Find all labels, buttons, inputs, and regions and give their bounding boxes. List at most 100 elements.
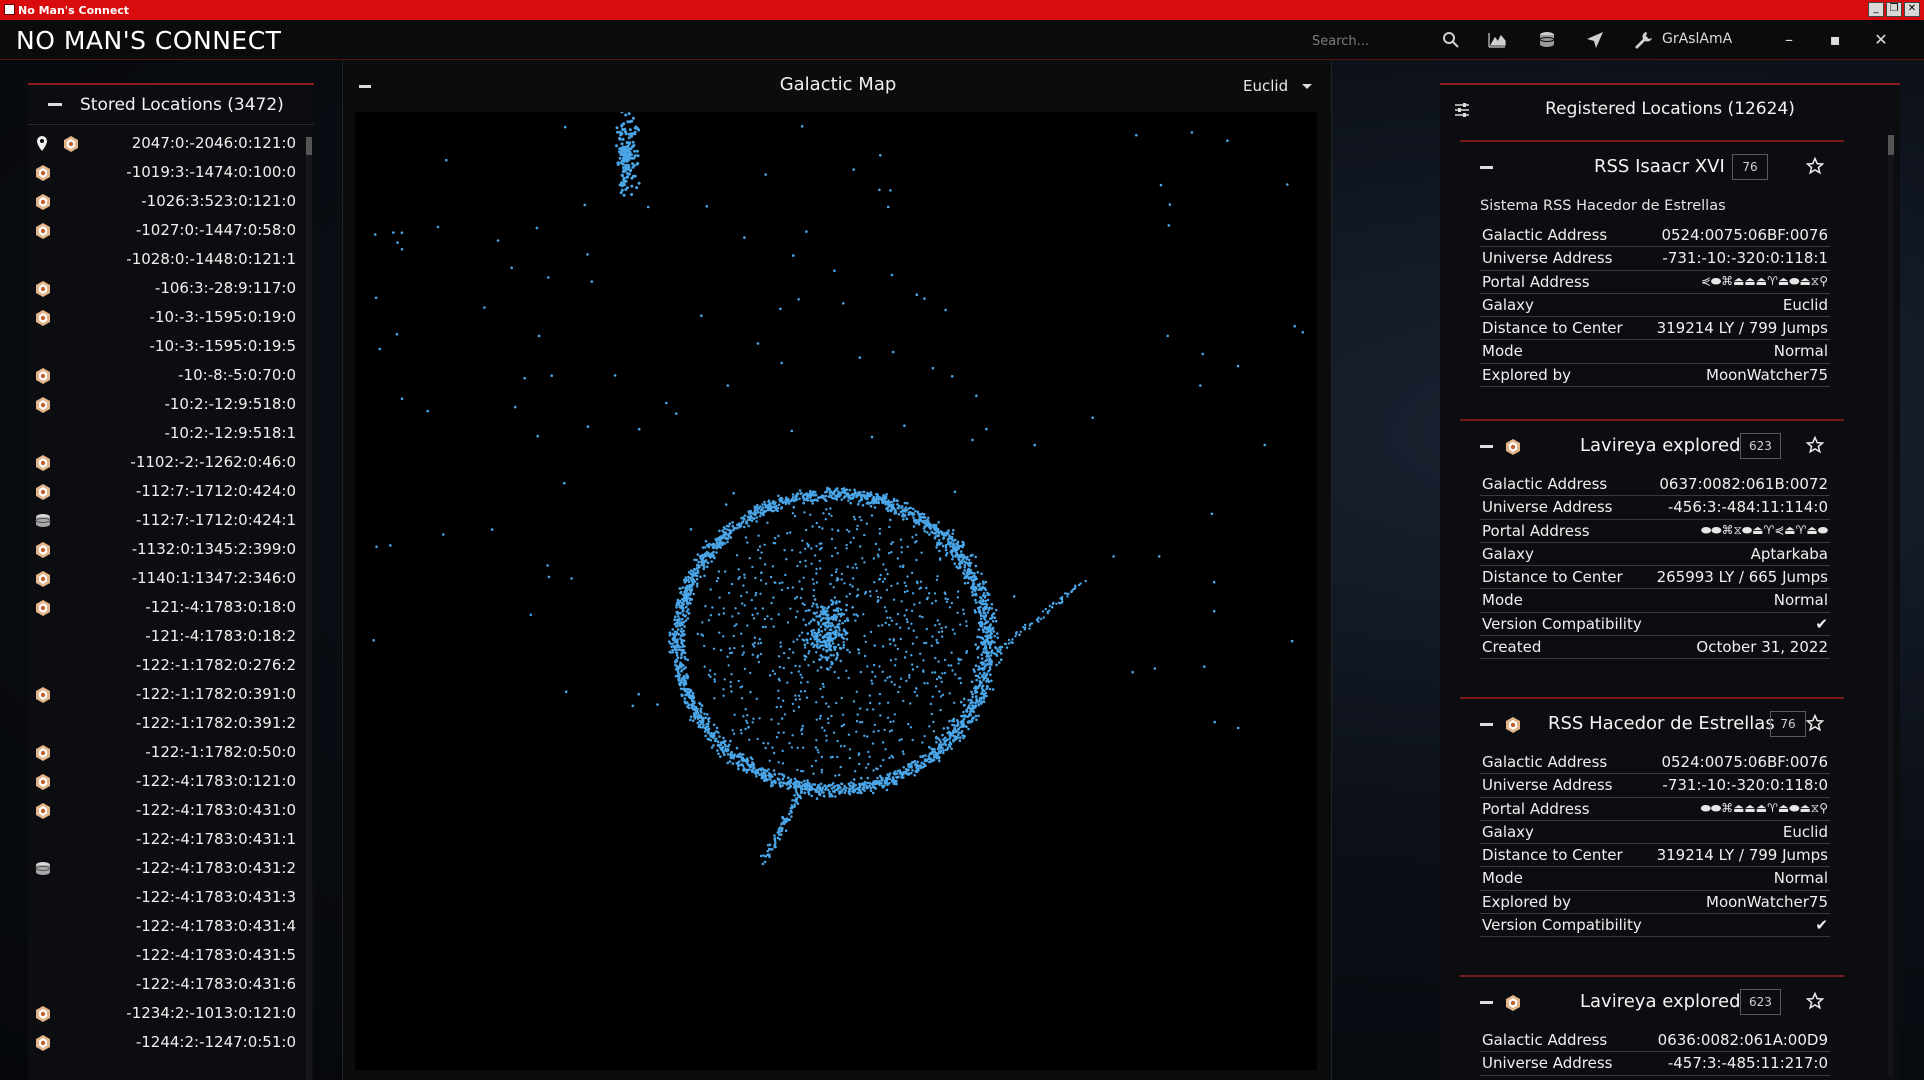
detail-row: Galactic Address 0524:0075:06BF:0076 bbox=[1480, 224, 1830, 248]
location-coordinates: -1102:-2:-1262:0:46:0 bbox=[130, 453, 296, 471]
stored-location-item[interactable]: -122:-1:1782:0:391:0 bbox=[28, 680, 306, 709]
minimize-icon[interactable]: – bbox=[1778, 29, 1800, 51]
stored-location-item[interactable]: -122:-1:1782:0:276:2 bbox=[28, 651, 306, 680]
scroll-thumb[interactable] bbox=[306, 137, 312, 155]
navigate-icon[interactable] bbox=[1584, 29, 1606, 51]
detail-row: Explored by MoonWatcher75 bbox=[1480, 891, 1830, 915]
stored-location-item[interactable]: -122:-4:1783:0:431:5 bbox=[28, 941, 306, 970]
stored-location-item[interactable]: -10:-8:-5:0:70:0 bbox=[28, 361, 306, 390]
stored-location-item[interactable]: -121:-4:1783:0:18:0 bbox=[28, 593, 306, 622]
star-icon[interactable] bbox=[1806, 992, 1824, 1010]
stored-location-item[interactable]: -121:-4:1783:0:18:2 bbox=[28, 622, 306, 651]
stored-location-item[interactable]: -1027:0:-1447:0:58:0 bbox=[28, 216, 306, 245]
stored-location-item[interactable]: -1132:0:1345:2:399:0 bbox=[28, 535, 306, 564]
collapse-icon[interactable] bbox=[1480, 445, 1493, 448]
location-coordinates: -122:-4:1783:0:431:6 bbox=[135, 975, 296, 993]
detail-value: 0524:0075:06BF:0076 bbox=[1661, 753, 1828, 771]
stored-location-item[interactable]: -122:-4:1783:0:431:3 bbox=[28, 883, 306, 912]
stored-location-item[interactable]: -1140:1:1347:2:346:0 bbox=[28, 564, 306, 593]
database-icon[interactable] bbox=[1536, 29, 1558, 51]
detail-value: Aptarkaba bbox=[1750, 544, 1828, 563]
card-header: RSS Isaacr XVI 76 bbox=[1460, 142, 1844, 194]
database-icon bbox=[34, 512, 51, 529]
detail-label: Portal Address bbox=[1482, 799, 1590, 818]
stored-location-item[interactable]: -1234:2:-1013:0:121:0 bbox=[28, 999, 306, 1028]
search-icon[interactable] bbox=[1440, 29, 1462, 51]
star-icon[interactable] bbox=[1806, 714, 1824, 732]
card-header: Lavireya explored 623 bbox=[1460, 977, 1844, 1029]
chevron-down-icon[interactable] bbox=[1302, 84, 1312, 89]
location-coordinates: -122:-1:1782:0:391:0 bbox=[135, 685, 296, 703]
portal-glyphs: ⬬⬬⌘⏏⏏⏏♈⏏⬬⏏⧖⚲ bbox=[1700, 800, 1828, 815]
detail-row: Mode Normal bbox=[1480, 589, 1830, 613]
collapse-icon[interactable] bbox=[1480, 723, 1493, 726]
detail-row: Distance to Center 319214 LY / 799 Jumps bbox=[1480, 317, 1830, 341]
stored-location-item[interactable]: -112:7:-1712:0:424:0 bbox=[28, 477, 306, 506]
location-coordinates: -1019:3:-1474:0:100:0 bbox=[126, 163, 296, 181]
stored-locations-panel: Stored Locations (3472) 2047:0:-2046:0:1… bbox=[28, 83, 314, 1080]
card-header: Lavireya explored 623 bbox=[1460, 421, 1844, 473]
map-pin-icon[interactable] bbox=[34, 135, 51, 152]
stored-location-item[interactable]: -122:-4:1783:0:121:0 bbox=[28, 767, 306, 796]
collapse-icon[interactable] bbox=[1480, 1001, 1493, 1004]
location-coordinates: -121:-4:1783:0:18:2 bbox=[145, 627, 296, 645]
database-icon bbox=[34, 860, 51, 877]
detail-value: Normal bbox=[1773, 869, 1828, 888]
os-restore-button[interactable]: ❐ bbox=[1886, 2, 1902, 17]
location-coordinates: 2047:0:-2046:0:121:0 bbox=[131, 134, 296, 152]
registered-list-scrollbar[interactable] bbox=[1888, 135, 1894, 1075]
collapse-icon[interactable] bbox=[1480, 166, 1493, 169]
star-icon[interactable] bbox=[1806, 436, 1824, 454]
detail-label: Portal Address bbox=[1482, 272, 1590, 291]
stored-location-item[interactable]: -1019:3:-1474:0:100:0 bbox=[28, 158, 306, 187]
stored-location-item[interactable]: -1244:2:-1247:0:51:0 bbox=[28, 1028, 306, 1057]
location-coordinates: -1244:2:-1247:0:51:0 bbox=[135, 1033, 296, 1051]
search-input[interactable] bbox=[1312, 29, 1450, 53]
close-icon[interactable]: ✕ bbox=[1870, 29, 1892, 51]
card-details: Sistema RSS Hacedor de Estrellas Galactic… bbox=[1480, 194, 1830, 388]
stored-location-item[interactable]: -122:-4:1783:0:431:2 bbox=[28, 854, 306, 883]
detail-value: 319214 LY / 799 Jumps bbox=[1656, 319, 1828, 338]
stored-location-item[interactable]: -10:2:-12:9:518:0 bbox=[28, 390, 306, 419]
base-icon bbox=[34, 773, 51, 790]
stored-location-item[interactable]: -122:-4:1783:0:431:0 bbox=[28, 796, 306, 825]
location-coordinates: -122:-4:1783:0:431:4 bbox=[135, 917, 296, 935]
stored-location-item[interactable]: -122:-4:1783:0:431:6 bbox=[28, 970, 306, 999]
scroll-thumb[interactable] bbox=[1888, 135, 1894, 155]
stored-location-item[interactable]: -122:-1:1782:0:50:0 bbox=[28, 738, 306, 767]
os-minimize-button[interactable]: _ bbox=[1868, 2, 1884, 17]
collapse-icon[interactable] bbox=[48, 103, 62, 106]
stored-location-item[interactable]: -112:7:-1712:0:424:1 bbox=[28, 506, 306, 535]
detail-label: Distance to Center bbox=[1482, 568, 1623, 587]
os-close-button[interactable]: ✕ bbox=[1904, 2, 1920, 17]
base-icon bbox=[34, 570, 51, 587]
card-title: RSS Hacedor de Estrellas bbox=[1548, 713, 1775, 734]
stored-location-item[interactable]: -10:-3:-1595:0:19:5 bbox=[28, 332, 306, 361]
galaxy-map-canvas[interactable] bbox=[355, 112, 1317, 1070]
detail-label: Explored by bbox=[1482, 892, 1571, 911]
detail-value: October 31, 2022 bbox=[1696, 638, 1828, 657]
stored-location-item[interactable]: -122:-1:1782:0:391:2 bbox=[28, 709, 306, 738]
detail-value: 265993 LY / 665 Jumps bbox=[1656, 568, 1828, 587]
maximize-icon[interactable]: ▪ bbox=[1824, 29, 1846, 51]
stored-location-item[interactable]: -1026:3:523:0:121:0 bbox=[28, 187, 306, 216]
detail-label: Portal Address bbox=[1482, 521, 1590, 540]
stored-location-item[interactable]: -10:2:-12:9:518:1 bbox=[28, 419, 306, 448]
detail-row: Distance to Center 265993 LY / 665 Jumps bbox=[1480, 566, 1830, 590]
user-name[interactable]: GrAslAmA bbox=[1662, 31, 1732, 47]
wrench-icon[interactable] bbox=[1632, 29, 1654, 51]
stored-locations-list: 2047:0:-2046:0:121:0 -1019:3:-1474:0:100:… bbox=[28, 129, 306, 1057]
stored-location-item[interactable]: -1028:0:-1448:0:121:1 bbox=[28, 245, 306, 274]
location-coordinates: -106:3:-28:9:117:0 bbox=[154, 279, 296, 297]
star-icon[interactable] bbox=[1806, 157, 1824, 175]
stored-location-item[interactable]: -122:-4:1783:0:431:1 bbox=[28, 825, 306, 854]
location-coordinates: -122:-4:1783:0:431:0 bbox=[135, 801, 296, 819]
galaxy-select[interactable]: Euclid bbox=[1243, 77, 1288, 95]
stored-location-item[interactable]: -10:-3:-1595:0:19:0 bbox=[28, 303, 306, 332]
stored-location-item[interactable]: -106:3:-28:9:117:0 bbox=[28, 274, 306, 303]
chart-icon[interactable] bbox=[1486, 29, 1508, 51]
stored-list-scrollbar[interactable] bbox=[306, 137, 312, 1080]
stored-location-item[interactable]: -1102:-2:-1262:0:46:0 bbox=[28, 448, 306, 477]
stored-location-item[interactable]: 2047:0:-2046:0:121:0 bbox=[28, 129, 306, 158]
stored-location-item[interactable]: -122:-4:1783:0:431:4 bbox=[28, 912, 306, 941]
